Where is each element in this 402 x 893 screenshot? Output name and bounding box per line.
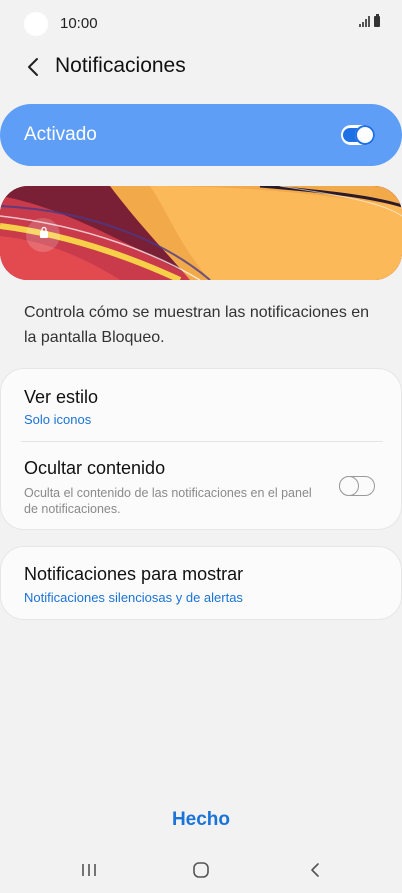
camera-cutout bbox=[24, 12, 48, 36]
notifications-to-show-card[interactable]: Notificaciones para mostrar Notificacion… bbox=[0, 546, 402, 620]
lock-screen-preview bbox=[0, 186, 402, 280]
master-toggle-switch[interactable] bbox=[341, 125, 375, 145]
app-header: Notificaciones bbox=[0, 44, 402, 90]
nav-back-icon bbox=[311, 863, 319, 877]
settings-card: Ver estilo Solo iconos Ocultar contenido… bbox=[0, 368, 402, 530]
view-style-value: Solo iconos bbox=[24, 412, 92, 427]
notifications-to-show-title: Notificaciones para mostrar bbox=[24, 564, 244, 584]
back-arrow-icon bbox=[28, 58, 38, 76]
hide-content-row[interactable]: Ocultar contenido Oculta el contenido de… bbox=[1, 442, 401, 530]
home-button[interactable] bbox=[186, 858, 216, 882]
hide-content-switch[interactable] bbox=[338, 475, 375, 496]
back-button[interactable] bbox=[18, 52, 48, 82]
recents-icon bbox=[82, 864, 96, 876]
hide-content-description: Oculta el contenido de las notificacione… bbox=[24, 486, 312, 516]
view-style-title: Ver estilo bbox=[24, 387, 99, 407]
recents-button[interactable] bbox=[74, 858, 104, 882]
master-toggle-row[interactable]: Activado bbox=[0, 104, 402, 166]
lock-icon bbox=[40, 226, 48, 238]
notifications-to-show-value: Notificaciones silenciosas y de alertas bbox=[24, 590, 243, 605]
home-icon bbox=[193, 862, 209, 878]
battery-icon bbox=[374, 14, 380, 27]
nav-back-button[interactable] bbox=[300, 858, 330, 882]
view-style-row[interactable]: Ver estilo Solo iconos bbox=[1, 369, 401, 441]
navigation-bar bbox=[0, 848, 402, 893]
status-time: 10:00 bbox=[60, 15, 98, 32]
master-toggle-label: Activado bbox=[24, 124, 97, 145]
hide-content-title: Ocultar contenido bbox=[24, 458, 166, 478]
status-bar: 10:00 bbox=[0, 0, 402, 48]
status-icons bbox=[359, 14, 380, 27]
signal-icon bbox=[359, 16, 370, 27]
done-button[interactable]: Hecho bbox=[151, 803, 251, 837]
description-text: Controla cómo se muestran las notificaci… bbox=[24, 304, 370, 346]
page-title: Notificaciones bbox=[55, 54, 186, 77]
